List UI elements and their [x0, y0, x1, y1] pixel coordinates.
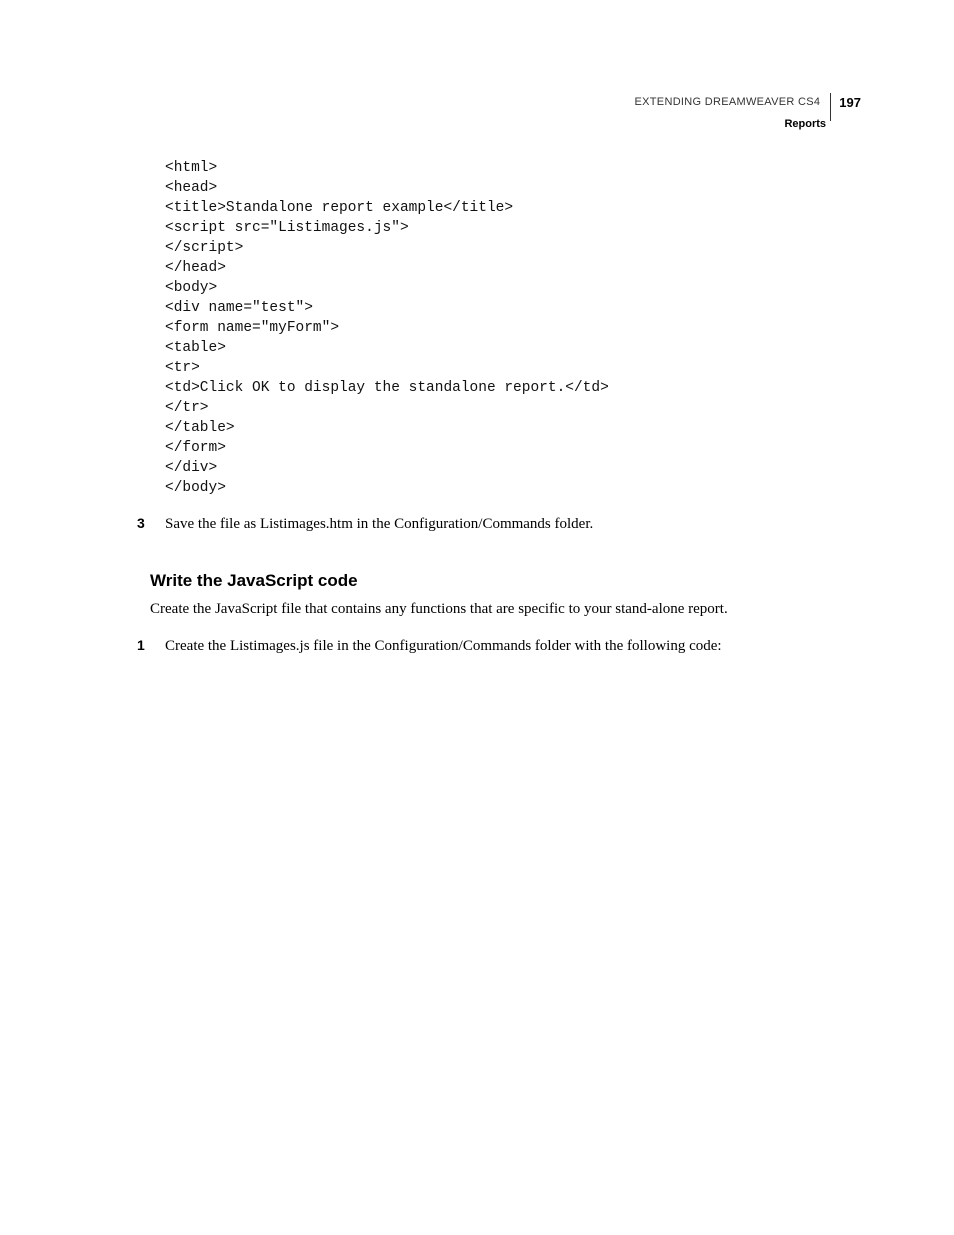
header-divider — [830, 93, 831, 121]
step-1: 1 Create the Listimages.js file in the C… — [150, 636, 861, 657]
code-line: <body> — [165, 280, 217, 296]
code-line: </div> — [165, 460, 217, 476]
code-line: <div name="test"> — [165, 300, 313, 316]
header-page-number: 197 — [833, 95, 861, 110]
code-block: <html> <head> <title>Standalone report e… — [165, 158, 861, 498]
code-line: <title>Standalone report example</title> — [165, 200, 513, 216]
code-line: </tr> — [165, 400, 209, 416]
code-line: </form> — [165, 440, 226, 456]
code-line: </body> — [165, 480, 226, 496]
step-number: 1 — [137, 637, 152, 653]
section-paragraph: Create the JavaScript file that contains… — [150, 599, 861, 620]
code-line: <html> — [165, 160, 217, 176]
code-line: <form name="myForm"> — [165, 320, 339, 336]
page-content: <html> <head> <title>Standalone report e… — [150, 158, 861, 657]
header-title: EXTENDING DREAMWEAVER CS4 — [635, 96, 829, 108]
code-line: <tr> — [165, 360, 200, 376]
code-line: </table> — [165, 420, 235, 436]
code-line: <script src="Listimages.js"> — [165, 220, 409, 236]
step-number: 3 — [137, 515, 152, 531]
header-top-row: EXTENDING DREAMWEAVER CS4 197 — [635, 88, 861, 116]
code-line: <td>Click OK to display the standalone r… — [165, 380, 609, 396]
code-line: <head> — [165, 180, 217, 196]
step-text: Create the Listimages.js file in the Con… — [165, 636, 722, 657]
step-text: Save the file as Listimages.htm in the C… — [165, 514, 593, 535]
step-3: 3 Save the file as Listimages.htm in the… — [150, 514, 861, 535]
page-header: EXTENDING DREAMWEAVER CS4 197 Reports — [635, 88, 861, 130]
code-line: <table> — [165, 340, 226, 356]
code-line: </script> — [165, 240, 243, 256]
code-line: </head> — [165, 260, 226, 276]
section-heading: Write the JavaScript code — [150, 571, 861, 591]
header-section: Reports — [635, 118, 861, 130]
